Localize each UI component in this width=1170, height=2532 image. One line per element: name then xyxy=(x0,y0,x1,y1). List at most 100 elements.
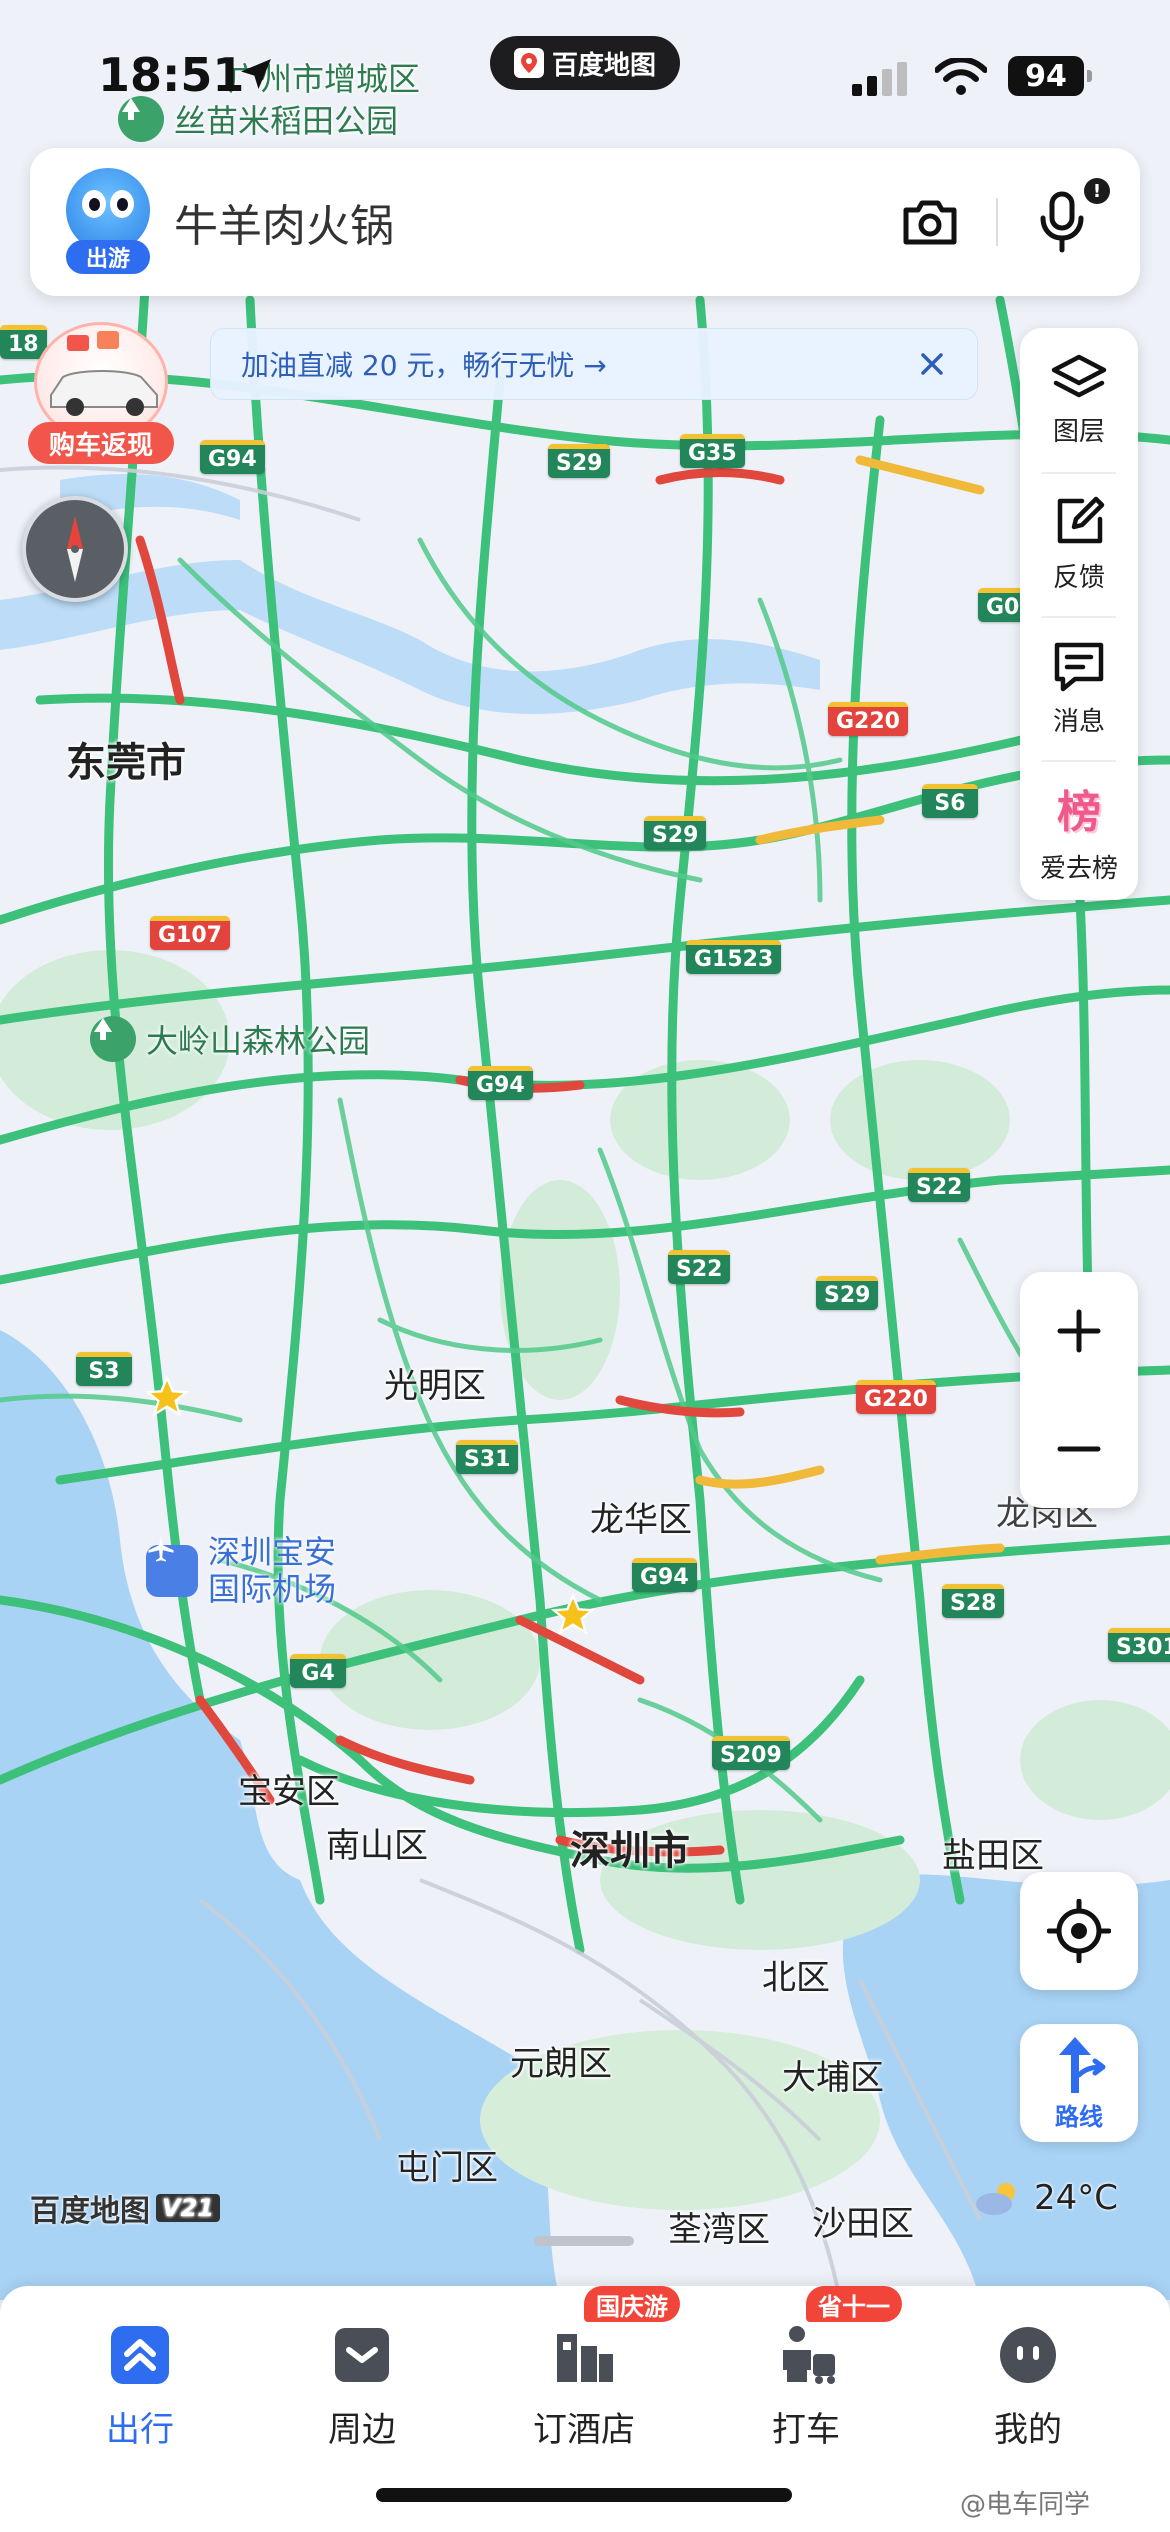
compass-icon xyxy=(67,516,83,582)
road-shield: G94 xyxy=(200,440,265,474)
road-shield: S29 xyxy=(548,444,611,478)
location-arrow-icon xyxy=(241,59,271,89)
nav-tab-taxi[interactable]: 打车 xyxy=(716,2306,896,2456)
place-label[interactable]: 元朗区 xyxy=(510,2036,612,2085)
route-arrow-icon xyxy=(1059,2036,1106,2093)
nav-tab-hotel[interactable]: 订酒店 xyxy=(494,2306,674,2456)
road-shield: G94 xyxy=(468,1066,533,1100)
tool-label: 反馈 xyxy=(1052,562,1105,593)
promo-banner-text: 加油直减 20 元，畅行无忧 → xyxy=(241,349,607,382)
map-logo-text: 百度地图 xyxy=(30,2194,150,2229)
banner-close-button[interactable] xyxy=(913,345,951,383)
promo-banner[interactable]: 加油直减 20 元，畅行无忧 → xyxy=(210,328,978,400)
place-label[interactable]: 大埔区 xyxy=(782,2050,884,2099)
road-shield: S31 xyxy=(456,1440,519,1474)
nav-label: 出行 xyxy=(106,2410,174,2450)
nav-label: 周边 xyxy=(328,2410,396,2450)
map-tools-panel: 图层 反馈 消息 榜 爱去榜 xyxy=(1020,328,1138,900)
compass-button[interactable] xyxy=(22,496,128,602)
favorite-star-icon[interactable] xyxy=(550,1592,596,1638)
feedback-button[interactable]: 反馈 xyxy=(1020,474,1138,614)
nearby-icon xyxy=(329,2322,395,2388)
place-label-city[interactable]: 深圳市 xyxy=(570,1818,690,1876)
place-label[interactable]: 北区 xyxy=(762,1950,830,1999)
place-label[interactable]: 龙华区 xyxy=(590,1492,692,1541)
road-shield: G35 xyxy=(680,434,745,468)
nav-badge: 省十一 xyxy=(806,2286,902,2322)
baidu-maps-logo-icon xyxy=(513,48,544,78)
map-brand-logo: 百度地图 V21 xyxy=(30,2186,220,2230)
layers-button[interactable]: 图层 xyxy=(1020,330,1138,470)
partly-cloudy-icon xyxy=(976,2183,1015,2215)
notification-dot: ! xyxy=(1084,178,1110,204)
back-to-app-pill[interactable]: 百度地图 xyxy=(490,36,680,90)
hotel-icon xyxy=(551,2322,617,2388)
place-label[interactable]: 屯门区 xyxy=(396,2140,498,2189)
road-shield: S22 xyxy=(908,1168,971,1202)
app-pill-label: 百度地图 xyxy=(551,50,656,81)
weather-temp: 24°C xyxy=(1034,2178,1119,2218)
weather-widget[interactable]: 24°C xyxy=(972,2178,1118,2218)
nav-label: 订酒店 xyxy=(533,2410,635,2450)
search-divider xyxy=(996,198,998,246)
drag-handle[interactable] xyxy=(534,2236,634,2246)
map-logo-version: V21 xyxy=(156,2194,220,2222)
poi-airport[interactable]: 深圳宝安 国际机场 xyxy=(146,1534,336,1608)
plus-icon xyxy=(1057,1309,1101,1353)
road-shield: G94 xyxy=(632,1558,697,1592)
nav-tab-travel[interactable]: 出行 xyxy=(50,2306,230,2456)
road-shield: S301 xyxy=(1108,1628,1170,1662)
message-button[interactable]: 消息 xyxy=(1020,618,1138,758)
road-shield: S29 xyxy=(644,816,707,850)
favorite-star-icon[interactable] xyxy=(144,1374,190,1420)
wifi-icon xyxy=(935,58,987,95)
route-button[interactable]: 路线 xyxy=(1020,2024,1138,2142)
zoom-out-button[interactable] xyxy=(1020,1390,1138,1508)
microphone-icon xyxy=(1040,191,1084,253)
place-label[interactable]: 沙田区 xyxy=(812,2196,914,2245)
road-shield: S29 xyxy=(816,1276,879,1310)
tool-label: 爱去榜 xyxy=(1039,853,1118,884)
nav-badge: 国庆游 xyxy=(584,2286,680,2322)
home-indicator[interactable] xyxy=(376,2488,792,2502)
minus-icon xyxy=(1057,1446,1101,1452)
road-shield: S6 xyxy=(922,784,978,818)
feedback-edit-icon xyxy=(1057,496,1105,543)
car-promo-label: 购车返现 xyxy=(28,422,174,464)
profile-icon xyxy=(995,2322,1061,2388)
zoom-in-button[interactable] xyxy=(1020,1272,1138,1390)
watermark: @电车同学 xyxy=(960,2490,1091,2520)
poi-park[interactable]: 大岭山森林公园 xyxy=(90,1016,370,1062)
tool-label: 消息 xyxy=(1052,706,1105,737)
crosshair-locate-icon xyxy=(1047,1899,1111,1963)
travel-icon xyxy=(107,2322,173,2388)
road-shield: S22 xyxy=(668,1250,731,1284)
place-label[interactable]: 南山区 xyxy=(326,1818,428,1867)
road-shield: S209 xyxy=(712,1736,790,1770)
place-label[interactable]: 盐田区 xyxy=(942,1828,1044,1877)
road-shield: G107 xyxy=(150,916,230,950)
taxi-icon xyxy=(773,2322,839,2388)
layers-icon xyxy=(1051,354,1107,397)
place-label[interactable]: 宝安区 xyxy=(238,1764,340,1813)
place-label[interactable]: 光明区 xyxy=(384,1358,486,1407)
status-bar: 18:51 百度地图 94 xyxy=(0,0,1170,150)
camera-button[interactable] xyxy=(898,190,962,254)
road-shield: G220 xyxy=(828,702,908,736)
place-label[interactable]: 荃湾区 xyxy=(668,2202,770,2251)
ranking-button[interactable]: 榜 爱去榜 xyxy=(1020,760,1138,900)
poi-label: 大岭山森林公园 xyxy=(146,1022,371,1060)
car-cashback-promo[interactable]: 购车返现 xyxy=(28,322,174,472)
road-shield: S28 xyxy=(942,1584,1005,1618)
nav-tab-nearby[interactable]: 周边 xyxy=(272,2306,452,2456)
battery-indicator: 94 xyxy=(1008,56,1092,96)
car-icon xyxy=(50,331,158,416)
nav-tab-profile[interactable]: 我的 xyxy=(938,2306,1118,2456)
camera-icon xyxy=(903,200,957,245)
search-bar[interactable]: 出游 牛羊肉火锅 ! xyxy=(30,148,1140,296)
status-time: 18:51 xyxy=(98,48,245,102)
search-input[interactable]: 牛羊肉火锅 xyxy=(174,190,394,254)
locate-me-button[interactable] xyxy=(1020,1872,1138,1990)
place-label-city[interactable]: 东莞市 xyxy=(66,730,186,788)
nav-label: 我的 xyxy=(994,2410,1062,2450)
